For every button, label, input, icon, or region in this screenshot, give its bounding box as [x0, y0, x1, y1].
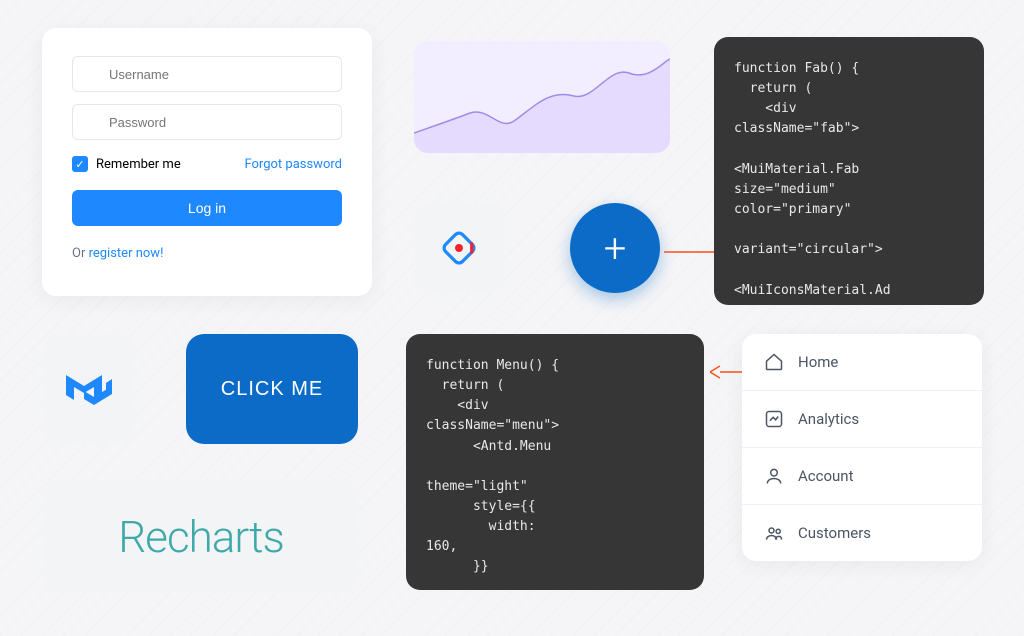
area-chart	[414, 41, 670, 153]
mui-logo-icon	[64, 369, 114, 409]
menu-item-label: Analytics	[798, 410, 859, 428]
menu-item-label: Account	[798, 467, 854, 485]
menu-item-label: Home	[798, 353, 838, 371]
mui-logo-card	[44, 334, 134, 444]
menu-item-account[interactable]: Account	[742, 448, 982, 505]
menu-item-home[interactable]: Home	[742, 334, 982, 391]
recharts-label: Recharts	[118, 511, 284, 563]
menu-item-label: Customers	[798, 524, 871, 542]
account-icon	[764, 466, 784, 486]
password-field-wrap	[72, 104, 342, 152]
checkbox-checked-icon: ✓	[72, 156, 88, 172]
click-me-button[interactable]: CLICK ME	[186, 334, 358, 444]
login-options-row: ✓ Remember me Forgot password	[72, 156, 342, 172]
password-input[interactable]	[72, 104, 342, 140]
antd-logo-icon	[435, 224, 483, 272]
menu-item-customers[interactable]: Customers	[742, 505, 982, 561]
username-field-wrap	[72, 56, 342, 104]
remember-me-checkbox[interactable]: ✓ Remember me	[72, 156, 181, 172]
recharts-logo-card: Recharts	[44, 482, 358, 592]
nav-menu-card: Home Analytics Account Customers	[742, 334, 982, 561]
or-text: Or	[72, 246, 89, 261]
login-card: ✓ Remember me Forgot password Log in Or …	[42, 28, 372, 296]
home-icon	[764, 352, 784, 372]
register-prompt: Or register now!	[72, 246, 342, 261]
forgot-password-link[interactable]: Forgot password	[244, 157, 342, 172]
area-chart-card	[414, 41, 670, 153]
antd-logo-card	[414, 203, 504, 293]
menu-item-analytics[interactable]: Analytics	[742, 391, 982, 448]
register-now-link[interactable]: register now!	[89, 246, 164, 261]
customers-icon	[764, 523, 784, 543]
login-button[interactable]: Log in	[72, 190, 342, 226]
code-snippet-fab: function Fab() { return ( <div className…	[714, 37, 984, 305]
fab-button[interactable]: +	[570, 203, 660, 293]
remember-me-label: Remember me	[96, 157, 181, 172]
analytics-icon	[764, 409, 784, 429]
code-snippet-menu: function Menu() { return ( <div classNam…	[406, 334, 704, 590]
plus-icon: +	[604, 225, 627, 272]
username-input[interactable]	[72, 56, 342, 92]
